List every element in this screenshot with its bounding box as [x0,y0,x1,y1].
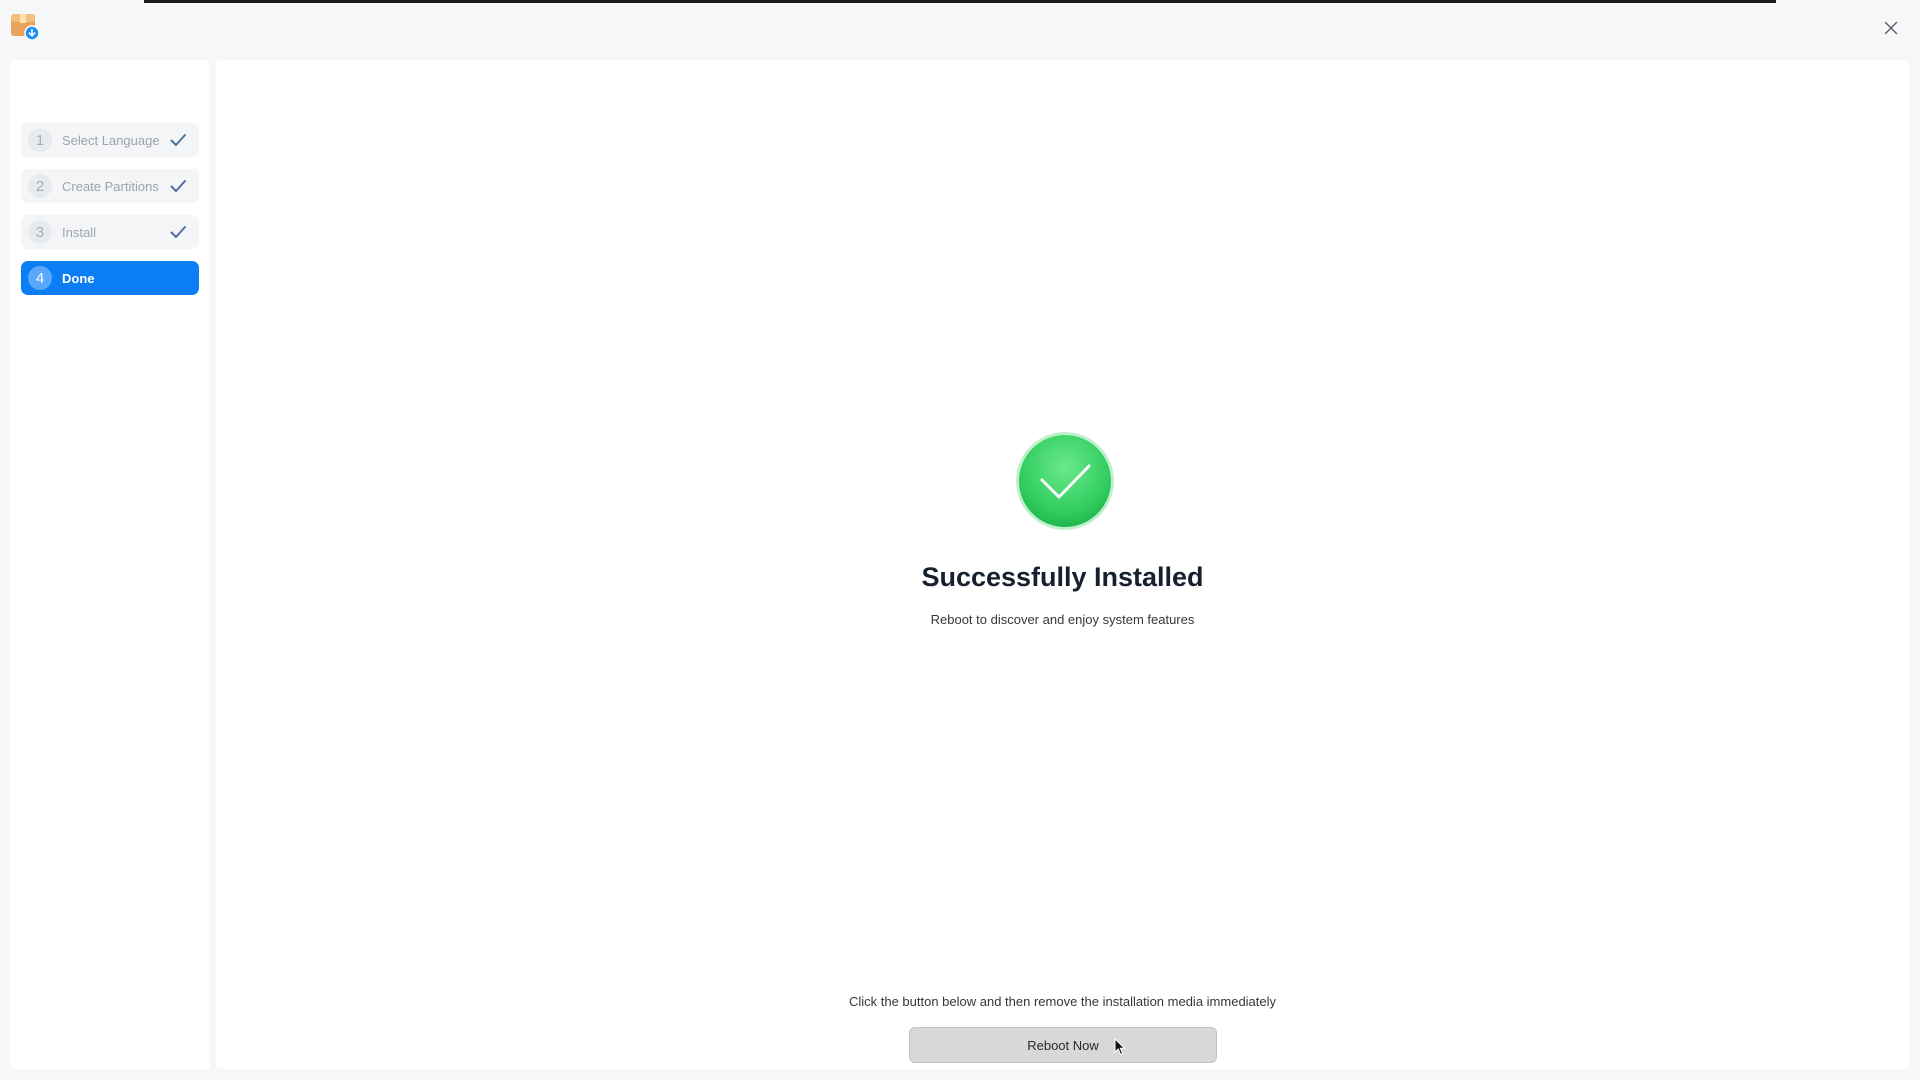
steps-sidebar: 1 Select Language 2 Create Partitions 3 … [10,60,210,1069]
step-number: 1 [28,128,52,152]
checkmark-icon [169,177,187,195]
close-icon [1884,21,1898,40]
step-label: Create Partitions [62,178,159,194]
step-number: 2 [28,174,52,198]
step-select-language: 1 Select Language [21,123,199,157]
step-label: Done [62,270,95,286]
step-label: Install [62,224,96,240]
close-button[interactable] [1878,17,1904,43]
step-number: 3 [28,220,52,244]
step-label: Select Language [62,132,160,148]
page-title: Successfully Installed [921,562,1204,592]
page-subtitle: Reboot to discover and enjoy system feat… [930,612,1195,627]
top-progress-line [144,0,1776,3]
reboot-now-button[interactable]: Reboot Now [909,1027,1217,1063]
reboot-now-label: Reboot Now [1027,1037,1099,1053]
mouse-cursor-icon [1114,1037,1126,1056]
title-bar [0,0,1920,58]
checkmark-icon [169,131,187,149]
main-panel: Successfully Installed Reboot to discove… [216,60,1909,1069]
checkmark-icon [169,223,187,241]
step-create-partitions: 2 Create Partitions [21,169,199,203]
step-number: 4 [28,266,52,290]
step-done: 4 Done [21,261,199,295]
success-check-icon [1014,430,1116,532]
installer-package-icon [10,11,40,41]
reboot-hint-text: Click the button below and then remove t… [848,994,1277,1009]
step-install: 3 Install [21,215,199,249]
